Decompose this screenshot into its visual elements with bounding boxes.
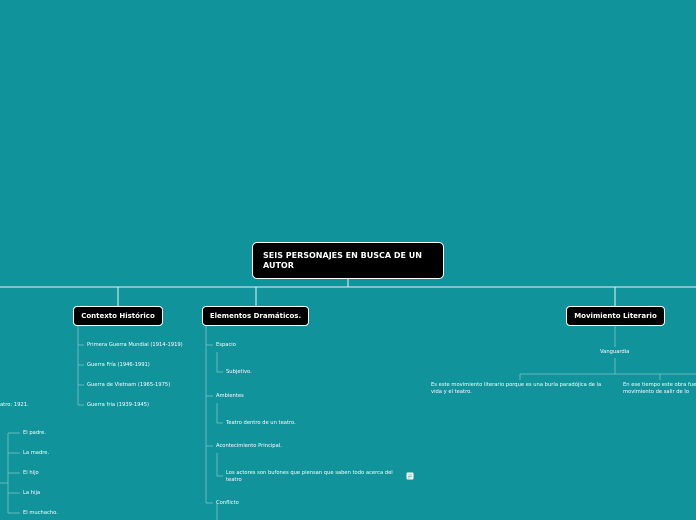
node-elementos-dramaticos[interactable]: Elementos Dramáticos.: [202, 306, 309, 326]
topic-la-hija[interactable]: La hija: [23, 490, 40, 497]
topic-subjetivo[interactable]: Subjetivo.: [226, 369, 252, 376]
topic-espacio[interactable]: Espacio: [216, 342, 236, 349]
topic-guerra-fria-2[interactable]: Guerra fria (1939-1945): [87, 402, 149, 409]
node-movimiento-literario[interactable]: Movimiento Literario: [566, 306, 665, 326]
note-icon[interactable]: [406, 472, 414, 480]
topic-el-hijo[interactable]: El hijo: [23, 470, 39, 477]
node-label: Elementos Dramáticos.: [209, 312, 302, 320]
mind-map-canvas: SEIS PERSONAJES EN BUSCA DE UN AUTOR Con…: [0, 0, 696, 520]
topic-el-muchacho[interactable]: El muchacho.: [23, 510, 58, 517]
topic-guerra-fria[interactable]: Guerra Fría (1946-1991): [87, 362, 150, 369]
node-label: Movimiento Literario: [574, 312, 657, 320]
node-contexto-historico[interactable]: Contexto Histórico: [73, 306, 163, 326]
node-label: Contexto Histórico: [81, 312, 155, 320]
topic-vanguardia[interactable]: Vanguardia: [600, 349, 629, 356]
topic-conflicto[interactable]: Conflicto: [216, 500, 239, 507]
topic-primera-guerra[interactable]: Primera Guerra Mundial (1914-1919): [87, 342, 183, 349]
topic-salir-de-lo[interactable]: En ese tiempo este obra fue un movimient…: [623, 382, 696, 395]
topic-guerra-vietnam[interactable]: Guerra de Vietnam (1965-1975): [87, 382, 170, 389]
root-node[interactable]: SEIS PERSONAJES EN BUSCA DE UN AUTOR: [252, 242, 444, 279]
topic-ambientes[interactable]: Ambientes: [216, 393, 244, 400]
topic-teatro-dentro[interactable]: Teatro dentro de un teatro.: [226, 420, 296, 427]
topic-la-madre[interactable]: La madre.: [23, 450, 49, 457]
topic-actores-bufones[interactable]: Los actores son bufones que piensan que …: [226, 470, 398, 483]
topic-burla-paradojica[interactable]: Es este movimiento literario porque es u…: [431, 382, 611, 395]
root-title: SEIS PERSONAJES EN BUSCA DE UN AUTOR: [263, 251, 422, 270]
topic-el-padre[interactable]: El padre.: [23, 430, 46, 437]
topic-teatro-1921[interactable]: atro: 1921.: [0, 402, 29, 409]
topic-acontecimiento[interactable]: Acontecimiento Principal.: [216, 443, 282, 450]
